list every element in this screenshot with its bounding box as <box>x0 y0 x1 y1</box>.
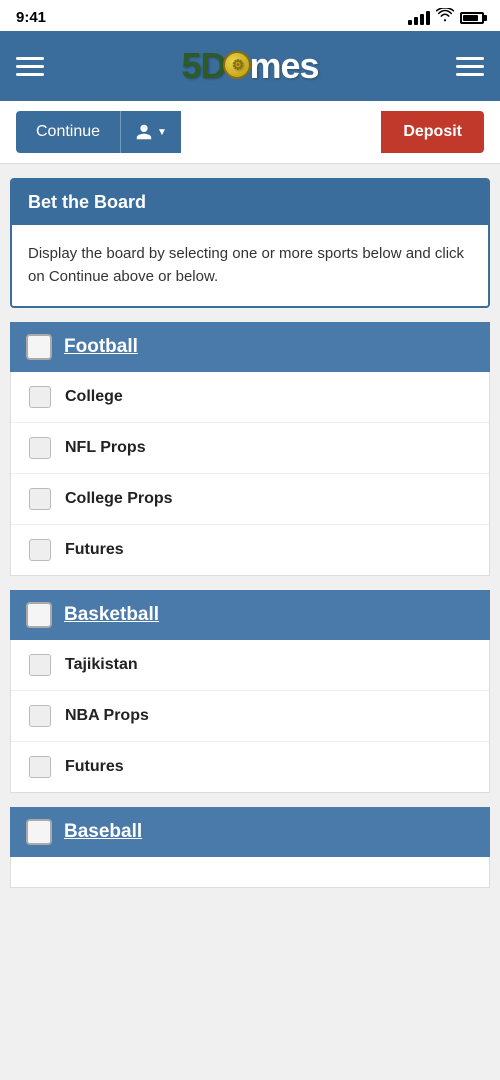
football-section: Football College NFL Props College Props… <box>10 322 490 576</box>
list-item: NBA Props <box>11 691 489 742</box>
app-logo: 5D mes <box>181 45 318 87</box>
football-title: Football <box>64 336 138 358</box>
basketball-title: Basketball <box>64 604 159 626</box>
basketball-checkbox[interactable] <box>26 602 52 628</box>
baseball-checkbox[interactable] <box>26 819 52 845</box>
status-icons <box>408 8 484 27</box>
basketball-header[interactable]: Basketball <box>10 590 490 640</box>
baseball-items <box>10 857 490 888</box>
college-label[interactable]: College <box>65 388 123 406</box>
baseball-header[interactable]: Baseball <box>10 807 490 857</box>
status-bar: 9:41 <box>0 0 500 31</box>
tajikistan-label[interactable]: Tajikistan <box>65 656 138 674</box>
battery-icon <box>460 12 484 24</box>
football-futures-label[interactable]: Futures <box>65 541 124 559</box>
bet-board-body: Display the board by selecting one or mo… <box>12 225 488 306</box>
college-props-checkbox[interactable] <box>29 488 51 510</box>
football-items: College NFL Props College Props Futures <box>10 372 490 576</box>
tajikistan-checkbox[interactable] <box>29 654 51 676</box>
dropdown-arrow: ▼ <box>157 127 167 138</box>
signal-icon <box>408 11 430 25</box>
nba-props-label[interactable]: NBA Props <box>65 707 149 725</box>
app-header: 5D mes <box>0 31 500 101</box>
account-button[interactable]: ▼ <box>120 111 181 153</box>
list-item: Futures <box>11 742 489 792</box>
list-item: Tajikistan <box>11 640 489 691</box>
football-checkbox[interactable] <box>26 334 52 360</box>
baseball-section: Baseball <box>10 807 490 888</box>
logo-coin-icon <box>223 51 251 79</box>
basketball-futures-label[interactable]: Futures <box>65 758 124 776</box>
bet-board-header: Bet the Board <box>12 180 488 225</box>
college-props-label[interactable]: College Props <box>65 490 173 508</box>
logo-5: 5D <box>181 45 225 86</box>
nba-props-checkbox[interactable] <box>29 705 51 727</box>
continue-button[interactable]: Continue <box>16 111 120 153</box>
football-header[interactable]: Football <box>10 322 490 372</box>
nfl-props-checkbox[interactable] <box>29 437 51 459</box>
baseball-title: Baseball <box>64 821 142 843</box>
football-futures-checkbox[interactable] <box>29 539 51 561</box>
toolbar: Continue ▼ Deposit <box>0 101 500 164</box>
wifi-icon <box>436 8 454 27</box>
bet-board-description: Display the board by selecting one or mo… <box>28 243 472 288</box>
bet-board-section: Bet the Board Display the board by selec… <box>10 178 490 308</box>
logo-dimes: mes <box>249 45 318 86</box>
list-item: College <box>11 372 489 423</box>
deposit-button[interactable]: Deposit <box>381 111 484 153</box>
list-item <box>11 857 489 887</box>
bet-board-title: Bet the Board <box>28 192 472 213</box>
status-time: 9:41 <box>16 9 46 26</box>
basketball-section: Basketball Tajikistan NBA Props Futures <box>10 590 490 793</box>
list-item: Futures <box>11 525 489 575</box>
list-item: NFL Props <box>11 423 489 474</box>
basketball-futures-checkbox[interactable] <box>29 756 51 778</box>
list-item: College Props <box>11 474 489 525</box>
college-checkbox[interactable] <box>29 386 51 408</box>
nfl-props-label[interactable]: NFL Props <box>65 439 146 457</box>
basketball-items: Tajikistan NBA Props Futures <box>10 640 490 793</box>
right-menu-button[interactable] <box>456 57 484 76</box>
person-icon <box>135 123 153 141</box>
left-menu-button[interactable] <box>16 57 44 76</box>
